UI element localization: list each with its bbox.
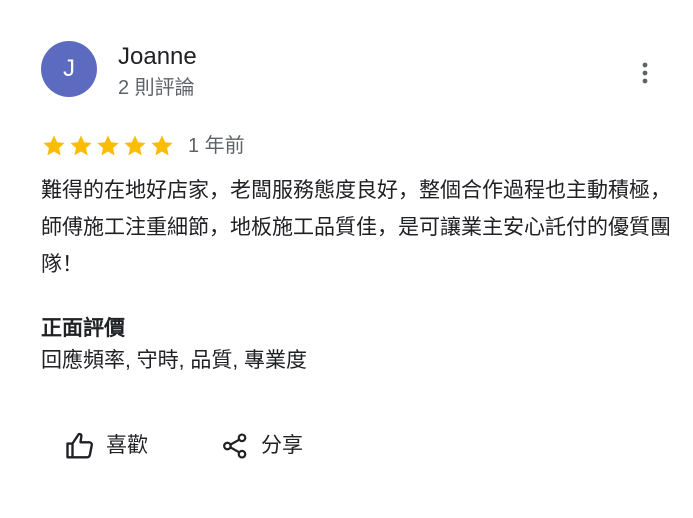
- like-button[interactable]: 喜歡: [64, 426, 148, 466]
- like-label: 喜歡: [106, 434, 148, 457]
- review-text: 難得的在地好店家，老闆服務態度良好，整個合作過程也主動積極，師傅施工注重細節，地…: [41, 179, 671, 276]
- avatar[interactable]: J: [41, 41, 97, 97]
- share-icon: [219, 430, 251, 462]
- reviewer-name[interactable]: Joanne: [118, 42, 197, 72]
- star-icon: [97, 135, 119, 156]
- star-rating: [41, 133, 176, 159]
- thumb-up-icon: [64, 430, 96, 462]
- star-icon: [151, 135, 173, 156]
- star-icon: [124, 135, 146, 156]
- more-vert-icon: [642, 62, 648, 84]
- reviewer-review-count[interactable]: 2 則評論: [118, 74, 195, 102]
- positive-highlights-tags: 回應頻率, 守時, 品質, 專業度: [41, 349, 308, 372]
- share-label: 分享: [261, 434, 303, 457]
- share-button[interactable]: 分享: [219, 426, 303, 466]
- review-time: 1 年前: [188, 135, 245, 157]
- star-icon: [43, 135, 65, 156]
- positive-highlights-heading: 正面評價: [41, 317, 125, 340]
- more-options-button[interactable]: [629, 55, 661, 91]
- avatar-initial: J: [63, 55, 75, 82]
- star-icon: [70, 135, 92, 156]
- rating-row: 1 年前: [41, 130, 245, 162]
